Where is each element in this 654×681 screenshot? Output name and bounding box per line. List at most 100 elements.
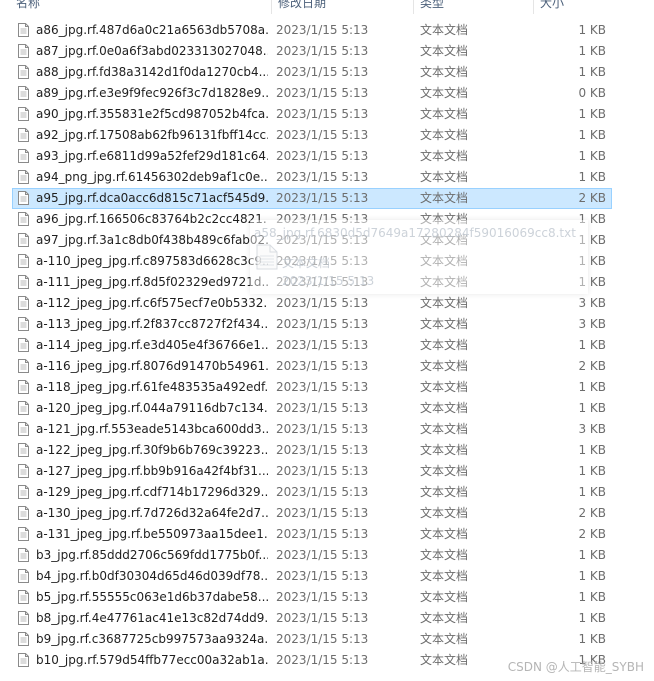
file-type: 文本文档 [420, 212, 469, 226]
file-size: 1 KB [578, 44, 606, 58]
file-date-modified: 2023/1/15 5:13 [276, 170, 369, 184]
file-name: b4_jpg.rf.b0df30304d65d46d039df78... [36, 569, 268, 583]
file-row[interactable]: a89_jpg.rf.e3e9f9fec926f3c7d1828e9... 20… [0, 83, 654, 104]
file-size: 1 KB [578, 212, 606, 226]
file-date-modified: 2023/1/15 5:13 [276, 653, 369, 667]
text-file-icon [18, 149, 29, 163]
file-row[interactable]: a-122_jpeg_jpg.rf.30f9b6b769c39223... 20… [0, 440, 654, 461]
file-date-modified: 2023/1/15 5:13 [276, 401, 369, 415]
file-date-modified: 2023/1/15 5:13 [276, 485, 369, 499]
file-size: 1 KB [578, 170, 606, 184]
file-row[interactable]: a-118_jpeg_jpg.rf.61fe483535a492edf... 2… [0, 377, 654, 398]
file-row[interactable]: a-116_jpeg_jpg.rf.8076d91470b54961... 20… [0, 356, 654, 377]
file-name: a97_jpg.rf.3a1c8db0f438b489c6fab02... [36, 233, 268, 247]
file-type: 文本文档 [420, 338, 469, 352]
text-file-icon [18, 548, 29, 562]
file-date-modified: 2023/1/15 5:13 [276, 464, 369, 478]
file-row[interactable]: a-114_jpeg_jpg.rf.e3d405e4f36766e1... 20… [0, 335, 654, 356]
file-row[interactable]: a92_jpg.rf.17508ab62fb96131fbff14cc... 2… [0, 125, 654, 146]
file-name: a-131_jpeg_jpg.rf.be550973aa15dee1... [36, 527, 268, 541]
file-size: 1 KB [578, 65, 606, 79]
file-name: a-114_jpeg_jpg.rf.e3d405e4f36766e1... [36, 338, 268, 352]
file-name: a-116_jpeg_jpg.rf.8076d91470b54961... [36, 359, 268, 373]
file-name: a95_jpg.rf.dca0acc6d815c71acf545d9... [36, 191, 268, 205]
file-row[interactable]: a-113_jpeg_jpg.rf.2f837cc8727f2f434... 2… [0, 314, 654, 335]
file-row[interactable]: a94_png_jpg.rf.61456302deb9af1c0e... 202… [0, 167, 654, 188]
file-row[interactable]: b8_jpg.rf.4e47761ac41e13c82d74dd9... 202… [0, 608, 654, 629]
file-row[interactable]: a95_jpg.rf.dca0acc6d815c71acf545d9... 20… [0, 188, 654, 209]
file-size: 2 KB [578, 506, 606, 520]
file-date-modified: 2023/1/15 5:13 [276, 548, 369, 562]
column-header-type[interactable]: 类型 [414, 0, 534, 14]
file-date-modified: 2023/1/15 5:13 [276, 380, 369, 394]
file-type: 文本文档 [420, 443, 469, 457]
text-file-icon [18, 611, 29, 625]
file-size: 1 KB [578, 485, 606, 499]
text-file-icon [18, 506, 29, 520]
file-type: 文本文档 [420, 548, 469, 562]
file-row[interactable]: a-130_jpeg_jpg.rf.7d726d32a64fe2d7... 20… [0, 503, 654, 524]
file-row[interactable]: a87_jpg.rf.0e0a6f3abd023313027048... 202… [0, 41, 654, 62]
file-name: a-111_jpeg_jpg.rf.8d5f02329ed9721d... [36, 275, 268, 289]
file-name: a-122_jpeg_jpg.rf.30f9b6b769c39223... [36, 443, 268, 457]
file-size: 2 KB [578, 359, 606, 373]
file-type: 文本文档 [420, 569, 469, 583]
file-type: 文本文档 [420, 275, 469, 289]
file-type: 文本文档 [420, 107, 469, 121]
file-row[interactable]: a-121_jpg.rf.553eade5143bca600dd3... 202… [0, 419, 654, 440]
file-list: a86_jpg.rf.487d6a0c21a6563db5708a... 202… [0, 20, 654, 671]
file-row[interactable]: a96_jpg.rf.166506c83764b2c2cc4821... 202… [0, 209, 654, 230]
file-row[interactable]: a-112_jpeg_jpg.rf.c6f575ecf7e0b5332... 2… [0, 293, 654, 314]
file-row[interactable]: a-110_jpeg_jpg.rf.c897583d6628c3c9... 20… [0, 251, 654, 272]
file-row[interactable]: a-120_jpeg_jpg.rf.044a79116db7c134... 20… [0, 398, 654, 419]
file-date-modified: 2023/1/15 5:13 [276, 590, 369, 604]
column-header-size[interactable]: 大小 [534, 0, 614, 14]
text-file-icon [18, 359, 29, 373]
text-file-icon [18, 296, 29, 310]
file-type: 文本文档 [420, 422, 469, 436]
file-row[interactable]: a86_jpg.rf.487d6a0c21a6563db5708a... 202… [0, 20, 654, 41]
file-name: b10_jpg.rf.579d54ffb77ecc00a32ab1a... [36, 653, 268, 667]
file-date-modified: 2023/1/15 5:13 [276, 275, 369, 289]
file-row[interactable]: a88_jpg.rf.fd38a3142d1f0da1270cb4... 202… [0, 62, 654, 83]
file-date-modified: 2023/1/15 5:13 [276, 506, 369, 520]
file-type: 文本文档 [420, 23, 469, 37]
file-explorer: 名称 修改日期 类型 大小 a86_jpg.rf.487d6a0c21a6563… [0, 0, 654, 681]
file-type: 文本文档 [420, 653, 469, 667]
file-type: 文本文档 [420, 65, 469, 79]
text-file-icon [18, 527, 29, 541]
file-size: 1 KB [578, 254, 606, 268]
file-size: 1 KB [578, 23, 606, 37]
file-name: b3_jpg.rf.85ddd2706c569fdd1775b0f... [36, 548, 268, 562]
file-name: a-113_jpeg_jpg.rf.2f837cc8727f2f434... [36, 317, 268, 331]
file-row[interactable]: a-129_jpeg_jpg.rf.cdf714b17296d329... 20… [0, 482, 654, 503]
column-header-name[interactable]: 名称 [10, 0, 272, 14]
file-name: a92_jpg.rf.17508ab62fb96131fbff14cc... [36, 128, 268, 142]
file-date-modified: 2023/1/15 5:13 [276, 611, 369, 625]
file-type: 文本文档 [420, 590, 469, 604]
file-row[interactable]: b4_jpg.rf.b0df30304d65d46d039df78... 202… [0, 566, 654, 587]
file-row[interactable]: a-111_jpeg_jpg.rf.8d5f02329ed9721d... 20… [0, 272, 654, 293]
file-row[interactable]: b5_jpg.rf.55555c063e1d6b37dabe58... 2023… [0, 587, 654, 608]
text-file-icon [18, 338, 29, 352]
file-row[interactable]: b3_jpg.rf.85ddd2706c569fdd1775b0f... 202… [0, 545, 654, 566]
text-file-icon [18, 254, 29, 268]
file-size: 2 KB [578, 191, 606, 205]
file-row[interactable]: a-131_jpeg_jpg.rf.be550973aa15dee1... 20… [0, 524, 654, 545]
file-row[interactable]: a-127_jpeg_jpg.rf.bb9b916a42f4bf31... 20… [0, 461, 654, 482]
file-row[interactable]: a97_jpg.rf.3a1c8db0f438b489c6fab02... 20… [0, 230, 654, 251]
file-name: a-121_jpg.rf.553eade5143bca600dd3... [36, 422, 268, 436]
text-file-icon [18, 44, 29, 58]
file-name: b5_jpg.rf.55555c063e1d6b37dabe58... [36, 590, 268, 604]
file-name: a87_jpg.rf.0e0a6f3abd023313027048... [36, 44, 268, 58]
column-header-date-modified[interactable]: 修改日期 [272, 0, 414, 14]
file-date-modified: 2023/1/15 5:13 [276, 149, 369, 163]
file-date-modified: 2023/1/15 5:13 [276, 632, 369, 646]
file-type: 文本文档 [420, 611, 469, 625]
file-name: a-127_jpeg_jpg.rf.bb9b916a42f4bf31... [36, 464, 268, 478]
file-size: 2 KB [578, 527, 606, 541]
file-row[interactable]: a93_jpg.rf.e6811d99a52fef29d181c64... 20… [0, 146, 654, 167]
file-size: 1 KB [578, 401, 606, 415]
file-row[interactable]: a90_jpg.rf.355831e2f5cd987052b4fca... 20… [0, 104, 654, 125]
file-row[interactable]: b9_jpg.rf.c3687725cb997573aa9324a... 202… [0, 629, 654, 650]
